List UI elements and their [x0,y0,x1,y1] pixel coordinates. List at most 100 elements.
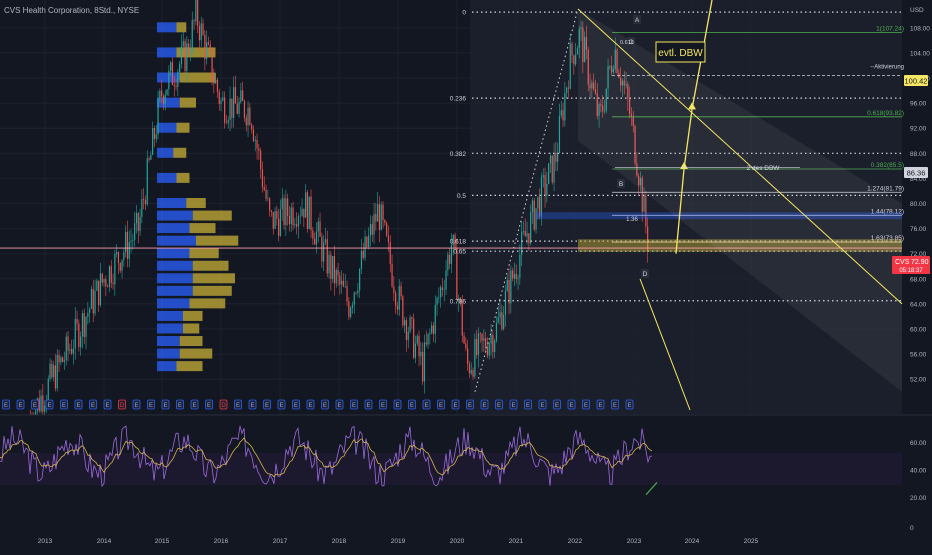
candle-body [485,338,487,349]
vp-bar-blue [157,198,187,208]
candle-body [263,187,265,190]
last-price-badge[interactable]: CVS 72.90 05:18:37 [892,256,930,274]
candle-body [274,211,276,229]
candle-body [393,286,395,293]
candle-body [81,313,84,337]
candle-body [305,192,307,218]
earnings-marker-letter: E [584,403,588,409]
candle-body [436,297,438,305]
candle-body [207,42,210,45]
candle-body [506,279,508,291]
candle-body [146,158,148,205]
time-tick-label: 2014 [97,538,112,545]
candle-body [382,204,384,221]
price-tick-label: 92.00 [910,126,927,133]
candle-body [557,152,559,162]
last-price-label: 72.90 [911,259,929,266]
candle-body [177,72,179,87]
candle-body [537,196,539,209]
earnings-marker-letter: E [236,403,240,409]
candle-body [357,290,359,294]
candle-body [508,279,510,304]
earnings-marker-letter: E [18,403,22,409]
candle-body [515,273,517,280]
candle-body [211,50,213,81]
candle-body [375,213,377,222]
candle-body [332,255,334,279]
candle-body [438,297,440,298]
candle-body [479,333,481,335]
fib-label: 0.5 [457,193,466,200]
vp-bar-blue [157,323,183,334]
candle-body [267,198,269,200]
vp-bar-yellow [196,235,239,246]
earnings-marker-letter: D [221,403,226,409]
candle-body [467,348,469,364]
vp-bar-yellow [192,210,232,221]
candle-body [132,239,134,241]
candle-body [342,280,345,287]
candle-body [314,238,316,245]
candle-body [270,210,273,212]
candle-body [283,198,285,225]
candle-body [546,183,548,196]
candle-body [504,290,507,315]
candle-body [204,34,206,59]
candle-body [162,95,165,104]
candle-body [152,127,154,155]
candle-body [409,317,411,332]
mid-price-badge: 86.36 [904,167,928,178]
symbol-title: CVS Health Corporation, 8Std., NYSE [4,6,139,15]
earnings-marker-letter: E [207,403,211,409]
earnings-marker-letter: E [76,403,80,409]
candle-body [402,296,404,326]
candle-body [411,317,413,319]
fib-ext-label: 0.382(85.5) [871,162,904,169]
dbw-label: evtl. DBW [658,48,703,59]
candle-body [533,200,535,230]
candle-body [197,0,199,26]
candle-body [418,335,420,357]
candle-body [229,98,231,121]
candle-body [567,87,570,89]
candle-body [425,342,427,345]
earnings-marker-letter: E [105,403,109,409]
earnings-marker-letter: E [163,403,167,409]
candle-body [224,97,226,123]
candle-body [247,107,249,126]
vp-bar-blue [157,298,190,309]
vp-bar-blue [157,122,177,133]
candle-body [405,320,408,341]
earnings-marker-letter: E [497,403,501,409]
chart-svg[interactable]: 0 0.236 0.382 0.5 0.618 0.65 0.786 1(107.24) 0.6… [0,0,932,550]
candle-body [359,268,361,291]
candle-body [121,259,123,271]
candle-body [98,280,100,306]
candle-body [456,248,458,300]
candle-body [285,198,287,225]
candle-body [89,308,91,313]
candle-body [110,266,112,283]
vp-bar-blue [157,97,180,108]
candle-body [80,336,82,348]
candle-body [216,79,219,92]
candle-body [206,42,208,59]
vp-bar-blue [157,172,177,183]
candle-body [179,63,181,73]
candle-body [445,270,447,290]
candle-body [404,320,406,326]
fib-ext-label: 1(107.24) [876,26,904,33]
candle-body [423,342,426,382]
candle-body [553,152,555,183]
candle-body [117,252,120,264]
candle-body [193,20,195,22]
candle-body [366,236,368,248]
candle-body [461,302,463,336]
candle-body [303,208,305,218]
fib-label: 0.65 [453,249,466,256]
candle-body [569,43,571,89]
candle-body [526,233,528,237]
vp-bar-blue [157,235,196,246]
candle-body [60,357,62,363]
candle-body [431,325,433,333]
